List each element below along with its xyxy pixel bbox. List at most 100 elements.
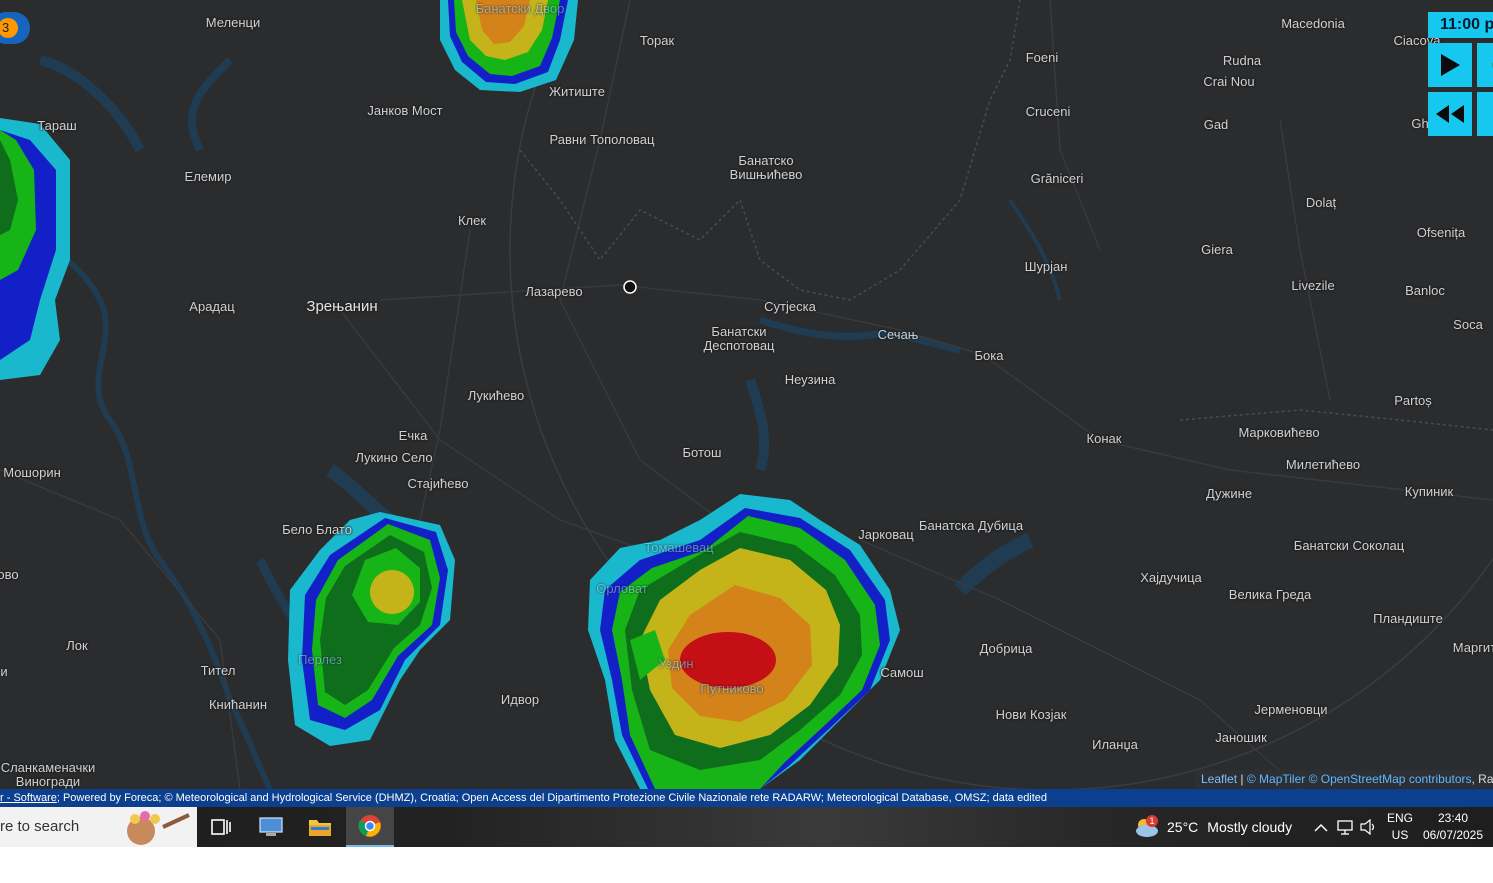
place-label: Самош — [880, 665, 924, 680]
place-label: Gh — [1411, 116, 1429, 131]
place-label: Томашевац — [644, 540, 714, 555]
place-label: Јерменовци — [1254, 702, 1328, 717]
chrome-icon — [358, 815, 381, 837]
taskbar-search-box[interactable]: re to search — [0, 807, 197, 847]
place-label: Равни Тополовац — [549, 132, 655, 147]
software-link[interactable]: r - Software — [0, 792, 57, 804]
place-label: Путниково — [700, 681, 764, 696]
search-placeholder: re to search — [0, 818, 80, 835]
place-label: Торак — [639, 33, 675, 48]
map-attribution: Leaflet | © MapTiler © OpenStreetMap con… — [1195, 770, 1493, 788]
place-label: Стајићево — [407, 476, 469, 491]
radar-cell-west — [0, 118, 70, 380]
location-marker[interactable] — [623, 280, 637, 294]
place-label: Сланкаменачки Виногради — [0, 760, 96, 789]
place-label: Идвор — [500, 692, 540, 707]
place-label: Пландиште — [1373, 611, 1443, 626]
rewind-button[interactable] — [1428, 92, 1472, 136]
place-label: Лукино Село — [355, 450, 433, 465]
network-button[interactable] — [1337, 807, 1355, 847]
place-label: Нови Козјак — [995, 707, 1067, 722]
place-label: Бело Блато — [282, 522, 352, 537]
place-label: Елемир — [184, 169, 232, 184]
keyboard-layout: US — [1391, 828, 1409, 842]
place-label: Giera — [1201, 242, 1233, 257]
place-label: Сечањ — [877, 327, 919, 342]
place-label: Купиник — [1404, 484, 1454, 499]
place-label: Уздин — [658, 656, 694, 671]
rewind-icon — [1436, 105, 1464, 123]
place-label: Ботош — [682, 445, 722, 460]
place-label: Лукићево — [467, 388, 525, 403]
place-label: Rudna — [1222, 53, 1262, 68]
clock-button[interactable]: 23:40 06/07/2025 — [1420, 810, 1486, 844]
taskbar-app-remote[interactable] — [247, 807, 295, 847]
clock-time: 23:40 — [1437, 811, 1469, 825]
place-label: Мошорин — [3, 465, 61, 480]
place-label: Лок — [66, 638, 88, 653]
place-label: Gad — [1203, 117, 1229, 132]
radar-cell-southwest — [288, 512, 455, 746]
place-label: Добрица — [979, 641, 1033, 656]
place-label: Иланџа — [1092, 737, 1138, 752]
place-label: Книћанин — [208, 697, 268, 712]
osm-link[interactable]: © OpenStreetMap contributors — [1309, 772, 1472, 786]
place-label: Зрењанин — [306, 298, 378, 315]
radar-map[interactable]: Меленци Банатски Двор Торак Житиште Јанков М… — [0, 0, 1493, 789]
data-credits-bar: r - Software; Powered by Foreca; © Meteo… — [0, 789, 1493, 807]
show-hidden-icons-button[interactable] — [1313, 807, 1329, 847]
place-label: и — [0, 664, 8, 679]
place-label: Бока — [974, 348, 1004, 363]
place-label: Банатски Двор — [475, 1, 565, 16]
place-label: Livezile — [1291, 278, 1335, 293]
step-forward-button[interactable] — [1477, 92, 1493, 136]
place-label: Cruceni — [1025, 104, 1071, 119]
credits-text: ; Powered by Foreca; © Meteorological an… — [56, 792, 1048, 804]
place-label: Banloc — [1405, 283, 1445, 298]
task-view-icon — [211, 819, 231, 835]
folder-icon — [309, 820, 331, 836]
volume-button[interactable] — [1360, 807, 1378, 847]
place-label: Банатски Деспотовац — [703, 324, 775, 353]
place-label: Grăniceri — [1030, 171, 1084, 186]
place-label: Орловат — [596, 581, 648, 596]
place-label: Маргита — [1452, 640, 1493, 655]
place-label: Конак — [1086, 431, 1122, 446]
time-label: 11:00 p — [1428, 12, 1493, 38]
play-icon — [1441, 54, 1460, 76]
place-label: Сутјеска — [764, 299, 816, 314]
place-label: Macedonia — [1281, 16, 1345, 31]
taskbar-file-explorer[interactable] — [296, 807, 344, 847]
place-label: Тараш — [37, 118, 77, 133]
place-label: Тител — [200, 663, 236, 678]
maptiler-link[interactable]: © MapTiler — [1247, 772, 1305, 786]
taskbar-chrome[interactable] — [346, 807, 394, 847]
computer-app-icon — [259, 817, 283, 836]
task-view-button[interactable] — [197, 807, 245, 847]
place-label: Crai Nou — [1203, 74, 1255, 89]
badge-count: 3 — [0, 18, 18, 38]
language-code: ENG — [1386, 811, 1413, 825]
place-label: Foeni — [1025, 50, 1059, 65]
place-label: Меленци — [205, 15, 261, 30]
refresh-icon — [1492, 61, 1493, 69]
leaflet-link[interactable]: Leaflet — [1201, 772, 1237, 786]
place-label: Ечка — [398, 428, 428, 443]
weather-description: Mostly cloudy — [1207, 819, 1293, 835]
place-label: Банатски Соколац — [1293, 538, 1405, 553]
place-label: Јаношик — [1215, 730, 1267, 745]
place-label: Дужине — [1205, 486, 1253, 501]
search-highlight-icon — [127, 811, 190, 845]
place-label: Ofsenița — [1416, 225, 1466, 240]
weather-widget[interactable]: 1 25°C Mostly cloudy — [1132, 807, 1292, 847]
play-button[interactable] — [1428, 43, 1472, 87]
place-label: Јарковац — [858, 527, 914, 542]
input-language-button[interactable]: ENG US — [1384, 810, 1416, 844]
chevron-up-icon — [1314, 823, 1328, 832]
network-icon — [1337, 820, 1353, 835]
attribution-tail: , Ra — [1471, 772, 1493, 786]
place-label: Dolaț — [1305, 195, 1337, 210]
place-label: Шурјан — [1024, 259, 1068, 274]
place-label: Клек — [457, 213, 487, 228]
refresh-button[interactable] — [1477, 43, 1493, 87]
